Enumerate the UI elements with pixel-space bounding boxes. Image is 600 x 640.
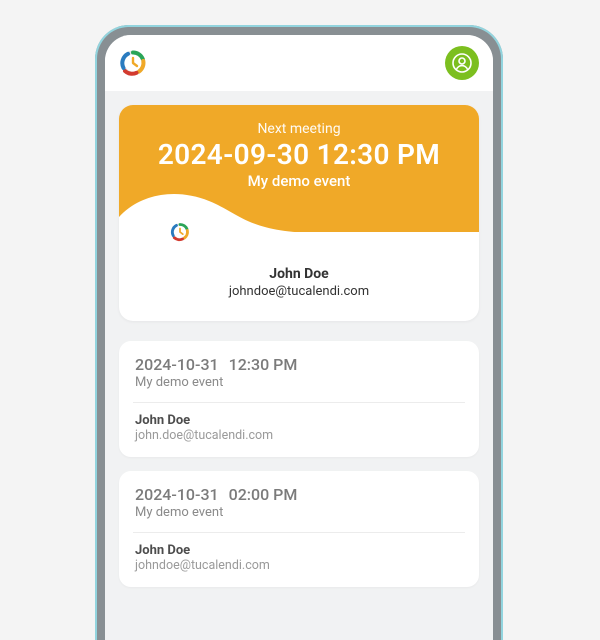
meeting-event: My demo event — [135, 375, 463, 390]
meeting-attendee-email: johndoe@tucalendi.com — [135, 558, 463, 573]
app-logo-icon — [119, 49, 147, 77]
attendee-email: johndoe@tucalendi.com — [127, 284, 471, 299]
content-area: Next meeting 2024-09-30 12:30 PM My demo… — [105, 91, 493, 587]
meeting-event: My demo event — [135, 505, 463, 520]
divider — [133, 402, 465, 403]
next-meeting-label: Next meeting — [127, 121, 471, 137]
meeting-card[interactable]: 2024-10-31 02:00 PM My demo event John D… — [119, 471, 479, 587]
meeting-date: 2024-10-31 — [135, 355, 219, 374]
meeting-date: 2024-10-31 — [135, 485, 219, 504]
profile-button[interactable] — [445, 46, 479, 80]
top-bar — [105, 35, 493, 91]
meeting-card[interactable]: 2024-10-31 12:30 PM My demo event John D… — [119, 341, 479, 457]
meeting-attendee-email: john.doe@tucalendi.com — [135, 428, 463, 443]
meeting-attendee-name: John Doe — [135, 543, 463, 558]
meeting-datetime: 2024-10-31 02:00 PM — [135, 485, 463, 504]
divider — [133, 532, 465, 533]
screen: Next meeting 2024-09-30 12:30 PM My demo… — [105, 35, 493, 640]
user-icon — [452, 53, 472, 73]
meeting-time: 12:30 PM — [229, 355, 298, 374]
meeting-datetime: 2024-10-31 12:30 PM — [135, 355, 463, 374]
next-meeting-banner: Next meeting 2024-09-30 12:30 PM My demo… — [119, 105, 479, 232]
device-frame: Next meeting 2024-09-30 12:30 PM My demo… — [95, 25, 503, 640]
event-logo-icon — [167, 219, 193, 245]
meeting-time: 02:00 PM — [229, 485, 298, 504]
next-meeting-card[interactable]: Next meeting 2024-09-30 12:30 PM My demo… — [119, 105, 479, 321]
attendee-name: John Doe — [127, 266, 471, 282]
meeting-attendee-name: John Doe — [135, 413, 463, 428]
next-meeting-datetime: 2024-09-30 12:30 PM — [127, 138, 471, 171]
next-meeting-attendee: John Doe johndoe@tucalendi.com — [119, 232, 479, 321]
